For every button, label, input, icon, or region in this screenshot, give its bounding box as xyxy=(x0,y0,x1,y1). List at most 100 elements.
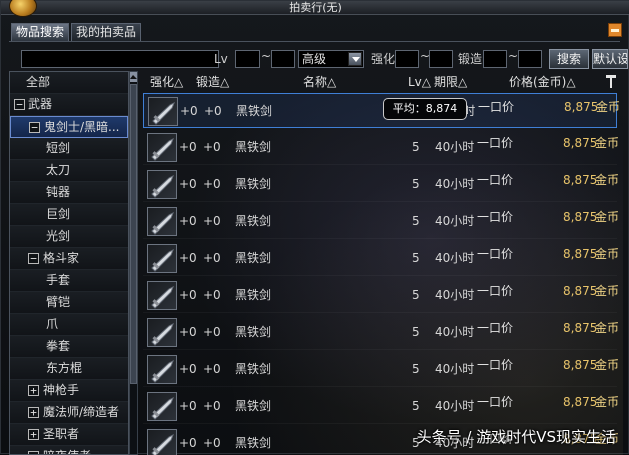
tree-scrollbar[interactable] xyxy=(129,71,138,455)
cell-currency: 金币 xyxy=(595,210,620,224)
hammer-icon[interactable] xyxy=(605,75,617,88)
cell-name: 黑铁剑 xyxy=(235,362,272,376)
tab-bar: 物品搜索 我的拍卖品 xyxy=(11,23,142,41)
tree-item-lightsword[interactable]: 光剑 xyxy=(10,226,128,248)
tree-item-label: 神枪手 xyxy=(43,383,80,397)
cell-name: 黑铁剑 xyxy=(235,251,272,265)
grade-select-value: 高级 xyxy=(302,52,327,66)
table-row[interactable]: +0+0黑铁剑540小时一口价8,875金币 xyxy=(143,352,619,387)
tree-item-fighter[interactable]: − 格斗家 xyxy=(10,248,128,270)
cell-period: 40小时 xyxy=(435,251,475,265)
cell-name: 黑铁剑 xyxy=(235,140,272,154)
sort-forge[interactable]: 锻造△ xyxy=(196,73,229,91)
expand-icon[interactable]: + xyxy=(28,429,39,440)
tree-item-claw[interactable]: 爪 xyxy=(10,314,128,336)
grade-select[interactable]: 高级 xyxy=(298,50,364,68)
cell-price: 8,875 xyxy=(563,247,598,261)
tree-item-tonfa[interactable]: 东方棍 xyxy=(10,358,128,380)
tree-item-priest[interactable]: + 圣职者 xyxy=(10,424,128,446)
table-row[interactable]: +0+0黑铁剑540小时一口价8,875金币 xyxy=(143,204,619,239)
table-row[interactable]: +0+0黑铁剑540小时一口价8,875金币 xyxy=(143,315,619,350)
sort-lv[interactable]: Lv△ xyxy=(408,73,431,91)
cell-enhance: +0 xyxy=(179,177,197,191)
cell-period: 40小时 xyxy=(435,214,475,228)
enhance-max-input[interactable] xyxy=(429,50,453,68)
cell-forge: +0 xyxy=(203,436,221,450)
lv-min-input[interactable] xyxy=(235,50,260,68)
cell-price: 8,875 xyxy=(563,284,598,298)
cell-forge: +0 xyxy=(203,362,221,376)
collapse-icon[interactable]: − xyxy=(14,99,25,110)
default-settings-button[interactable]: 默认设 xyxy=(592,49,628,69)
tree-item-label: 圣职者 xyxy=(43,427,80,441)
tree-item-gloves[interactable]: 手套 xyxy=(10,270,128,292)
cell-lv: 5 xyxy=(412,362,420,376)
tree-item-gauntlet[interactable]: 臂铠 xyxy=(10,292,128,314)
settings-panel-icon[interactable] xyxy=(608,23,622,37)
collapse-icon[interactable]: − xyxy=(29,122,40,133)
cell-period: 40小时 xyxy=(435,325,475,339)
cell-enhance: +0 xyxy=(180,104,198,118)
sort-enhance[interactable]: 强化△ xyxy=(150,73,183,91)
forge-max-input[interactable] xyxy=(518,50,542,68)
scroll-thumb[interactable] xyxy=(130,84,137,384)
cell-lv: 5 xyxy=(412,325,420,339)
sword-icon xyxy=(147,429,177,455)
expand-icon[interactable]: + xyxy=(28,451,39,454)
sort-period[interactable]: 期限△ xyxy=(434,73,467,91)
cell-name: 黑铁剑 xyxy=(235,436,272,450)
cell-forge: +0 xyxy=(204,104,222,118)
tree-item-katana[interactable]: 太刀 xyxy=(10,160,128,182)
enhance-min-input[interactable] xyxy=(395,50,419,68)
expand-icon[interactable]: + xyxy=(28,407,39,418)
cell-forge: +0 xyxy=(203,288,221,302)
table-row[interactable]: +0+0黑铁剑540小时一口价8,875金币 xyxy=(143,241,619,276)
tree-item-label: 魔法师/缔造者 xyxy=(43,405,120,419)
table-row[interactable]: +0+0黑铁剑540小时一口价8,875金币 xyxy=(143,93,620,128)
item-name-input[interactable] xyxy=(21,50,219,68)
tab-item-search[interactable]: 物品搜索 xyxy=(11,23,70,41)
cell-period: 40小时 xyxy=(435,399,475,413)
chevron-down-icon xyxy=(348,52,362,66)
tree-item-label: 臂铠 xyxy=(46,295,71,309)
tree-item-club[interactable]: 钝器 xyxy=(10,182,128,204)
table-row[interactable]: +0+0黑铁剑540小时一口价8,875金币 xyxy=(143,278,619,313)
expand-icon[interactable]: + xyxy=(28,385,39,396)
cell-forge: +0 xyxy=(203,325,221,339)
cell-lv: 5 xyxy=(412,288,420,302)
cell-enhance: +0 xyxy=(179,214,197,228)
sort-price[interactable]: 价格(金币)△ xyxy=(509,73,576,91)
search-row: Lv ~ 高级 强化 ~ 锻造 ~ 搜索 默认设 xyxy=(9,49,628,69)
cell-sale-type: 一口价 xyxy=(477,247,514,261)
tree-item-short-sword[interactable]: 短剑 xyxy=(10,138,128,160)
collapse-icon[interactable]: − xyxy=(28,253,39,264)
tab-divider xyxy=(9,41,620,42)
cell-name: 黑铁剑 xyxy=(235,399,272,413)
tab-my-auctions[interactable]: 我的拍卖品 xyxy=(71,23,142,41)
sort-name[interactable]: 名称△ xyxy=(303,73,336,91)
tree-item-slayer[interactable]: − 鬼剑士/黑暗... xyxy=(10,116,128,138)
table-row[interactable]: +0+0黑铁剑540小时一口价8,875金币 xyxy=(143,167,619,202)
cell-enhance: +0 xyxy=(179,399,197,413)
cell-sale-type: 一口价 xyxy=(477,173,514,187)
table-row[interactable]: +0+0黑铁剑540小时一口价8,875金币 xyxy=(143,389,619,424)
tree-item-label: 格斗家 xyxy=(43,251,80,265)
cell-enhance: +0 xyxy=(179,140,197,154)
tree-item-all[interactable]: 全部 xyxy=(10,72,128,94)
tree-item-gunner[interactable]: + 神枪手 xyxy=(10,380,128,402)
table-row[interactable]: +0+0黑铁剑540小时一口价8,875金币 xyxy=(143,130,619,165)
scroll-up-icon[interactable] xyxy=(130,72,137,82)
forge-min-input[interactable] xyxy=(483,50,507,68)
tree-item-mage[interactable]: + 魔法师/缔造者 xyxy=(10,402,128,424)
tree-item-knuckle[interactable]: 拳套 xyxy=(10,336,128,358)
search-button[interactable]: 搜索 xyxy=(549,49,589,69)
cell-price: 8,875 xyxy=(563,210,598,224)
category-tree: 全部 − 武器 − 鬼剑士/黑暗... 短剑 太刀 钝器 巨剑 光剑 − 格斗家 xyxy=(9,71,129,455)
tree-item-weapon[interactable]: − 武器 xyxy=(10,94,128,116)
lv-max-input[interactable] xyxy=(271,50,295,68)
cell-name: 黑铁剑 xyxy=(235,325,272,339)
sword-icon xyxy=(147,318,177,347)
tree-item-greatsword[interactable]: 巨剑 xyxy=(10,204,128,226)
sword-icon xyxy=(147,392,177,421)
window-title: 拍卖行(无) xyxy=(289,1,342,14)
